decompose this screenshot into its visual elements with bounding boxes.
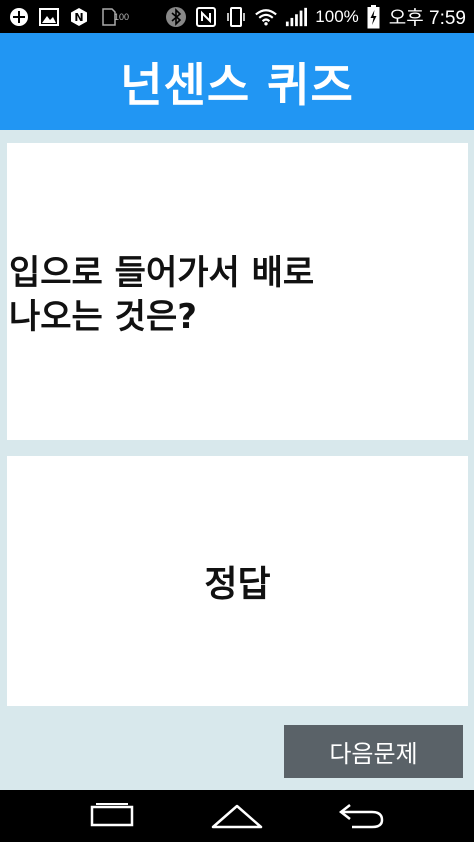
add-icon xyxy=(8,6,30,28)
vibrate-icon xyxy=(225,6,247,28)
question-line-1: 입으로 들어가서 배로 xyxy=(9,252,315,293)
back-icon[interactable] xyxy=(332,796,392,836)
battery-charging-icon xyxy=(367,4,381,28)
answer-card[interactable]: 정답 xyxy=(7,456,468,706)
n-circle-icon: N xyxy=(68,6,90,28)
svg-text:N: N xyxy=(74,11,83,24)
home-icon[interactable] xyxy=(207,796,267,836)
nfc-icon xyxy=(195,6,217,28)
page-title: 넌센스 퀴즈 xyxy=(120,57,354,112)
question-text: 입으로 들어가서 배로 나오는 것은? xyxy=(7,245,314,339)
wifi-icon xyxy=(255,6,278,28)
system-nav-bar xyxy=(0,790,474,842)
question-line-2: 나오는 것은? xyxy=(9,296,197,337)
battery-percent: 100% xyxy=(315,6,359,26)
question-card: 입으로 들어가서 배로 나오는 것은? xyxy=(7,143,468,440)
app-bar: 넌센스 퀴즈 xyxy=(0,33,474,130)
clock: 오후 7:59 xyxy=(388,8,466,29)
next-question-button[interactable]: 다음문제 xyxy=(284,725,463,778)
bluetooth-icon xyxy=(165,6,187,28)
status-bar: N 100 100% 오후 7:59 xyxy=(0,0,474,33)
image-icon xyxy=(38,6,60,28)
signal-icon xyxy=(285,6,308,28)
small-badge: 100 xyxy=(114,11,130,22)
answer-label: 정답 xyxy=(204,564,271,605)
recent-apps-icon[interactable] xyxy=(82,796,142,836)
